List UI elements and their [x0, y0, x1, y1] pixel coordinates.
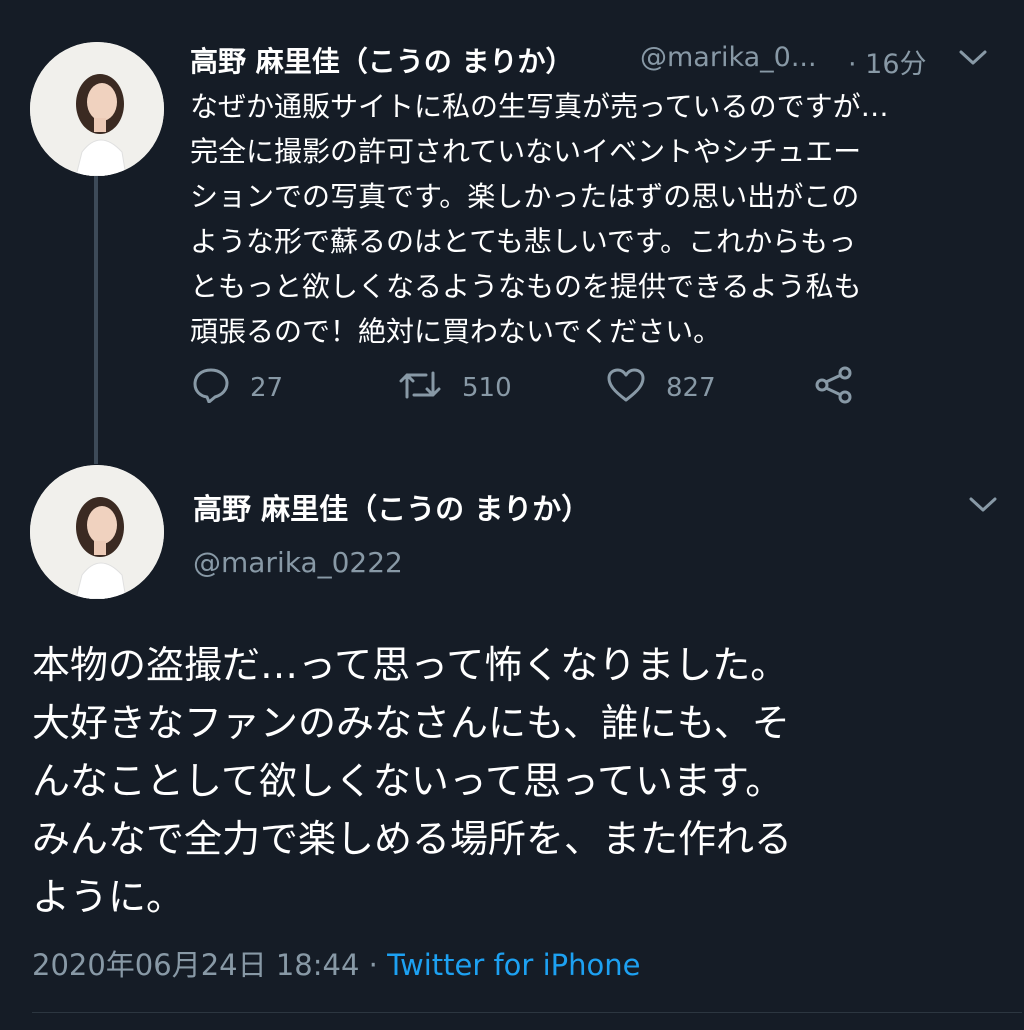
like-count: 827 — [666, 373, 716, 403]
like-icon — [606, 367, 646, 410]
reply-icon — [192, 367, 230, 410]
display-name[interactable]: 高野 麻里佳（こうの まりか） — [193, 486, 590, 528]
source-link[interactable]: Twitter for iPhone — [387, 948, 640, 982]
chevron-down-icon[interactable] — [968, 495, 998, 519]
reply-button[interactable]: 27 — [192, 366, 283, 410]
tweet-text-line: ションでの写真です。楽しかったはずの思い出がこの — [190, 180, 860, 213]
tweet-text-line: ような形で蘇るのはとても悲しいです。これからもっ — [190, 225, 857, 258]
like-button[interactable]: 827 — [606, 366, 716, 410]
thread-line — [94, 176, 98, 464]
timestamp[interactable]: · 16分 — [848, 42, 927, 81]
retweet-button[interactable]: 510 — [398, 366, 512, 410]
display-name[interactable]: 高野 麻里佳（こうの まりか） — [190, 40, 574, 80]
tweet-text-line: 本物の盗撮だ…って思って怖くなりました。 — [32, 643, 789, 687]
retweet-icon — [398, 367, 442, 410]
share-button[interactable] — [814, 366, 854, 410]
tweet-text-line: みんなで全力で楽しめる場所を、また作れる — [32, 817, 793, 861]
retweet-count: 510 — [462, 373, 512, 403]
tweet-text-line: んなことして欲しくないって思っています。 — [32, 759, 784, 803]
tweet-text: なぜか通販サイトに私の生写真が売っているのですが… 完全に撮影の許可されていない… — [190, 84, 1000, 354]
username[interactable]: @marika_0222 — [193, 546, 403, 579]
avatar[interactable] — [30, 42, 164, 176]
tweet-text-line: ともっと欲しくなるようなものを提供できるよう私も — [190, 270, 862, 303]
tweet-meta: 2020年06月24日 18:44 · Twitter for iPhone — [32, 942, 640, 984]
reply-count: 27 — [250, 373, 284, 403]
avatar[interactable] — [30, 465, 164, 599]
tweet-text-line: ように。 — [32, 875, 185, 919]
share-icon — [814, 366, 854, 411]
tweet-text-line: 頑張るので！絶対に買わないでください。 — [190, 315, 722, 348]
tweet-date: 2020年06月24日 18:44 · — [32, 948, 388, 982]
tweet-text-line: 完全に撮影の許可されていないイベントやシチュエー — [190, 135, 862, 168]
divider — [32, 1012, 1022, 1013]
chevron-down-icon[interactable] — [958, 48, 988, 72]
tweet-text-line: 大好きなファンのみなさんにも、誰にも、そ — [32, 701, 790, 745]
username[interactable]: @marika_0... — [640, 42, 817, 73]
tweet-text: 本物の盗撮だ…って思って怖くなりました。 大好きなファンのみなさんにも、誰にも、… — [32, 636, 1002, 926]
tweet-text-line: なぜか通販サイトに私の生写真が売っているのですが… — [190, 90, 889, 123]
